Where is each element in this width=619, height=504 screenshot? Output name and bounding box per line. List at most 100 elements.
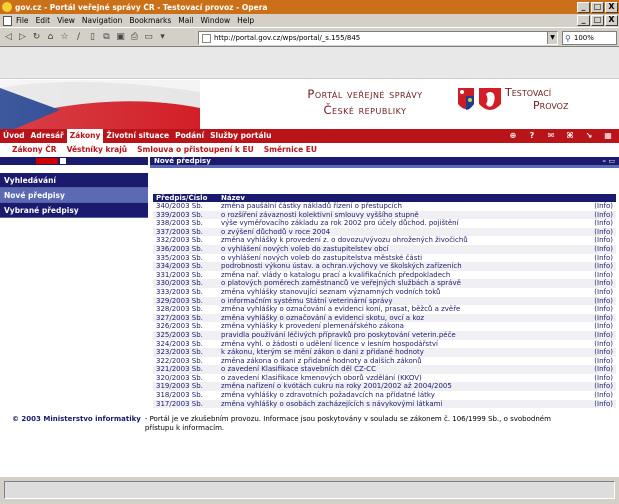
home-icon[interactable]: ⌂ bbox=[45, 31, 56, 43]
window-icon[interactable]: ▣ bbox=[115, 31, 126, 43]
regulation-name[interactable]: o rozšíření závaznosti kolektivní smlouv… bbox=[218, 210, 586, 220]
table-row[interactable]: 318/2003 Sb. změna vyhlášky o zdravotních… bbox=[153, 391, 616, 400]
table-row[interactable]: 322/2003 Sb. změna zákona o dani z přidan… bbox=[153, 357, 616, 366]
address-bar[interactable]: http://portal.gov.cz/wps/portal/_s.155/8… bbox=[198, 31, 558, 45]
grid-icon[interactable]: ▦ bbox=[603, 131, 613, 141]
info-link[interactable]: (Info) bbox=[586, 340, 616, 349]
table-row[interactable]: 340/2003 Sb. změna paušální částky náklad… bbox=[153, 202, 616, 211]
regulation-name[interactable]: změna vyhlášky o označování a evidenci k… bbox=[218, 305, 586, 314]
menu-view[interactable]: View bbox=[57, 16, 75, 25]
info-link[interactable]: (Info) bbox=[586, 262, 616, 271]
subnav-zakony-cr[interactable]: Zákony ČR bbox=[12, 145, 57, 154]
info-link[interactable]: (Info) bbox=[586, 296, 616, 306]
regulation-name[interactable]: výše vyměřovacího základu za rok 2002 pr… bbox=[218, 219, 586, 228]
print-icon[interactable]: ⎙ bbox=[129, 31, 140, 43]
table-row[interactable]: 328/2003 Sb. změna vyhlášky o označování … bbox=[153, 305, 616, 314]
regulation-name[interactable]: o zvýšení důchodů v roce 2004 bbox=[218, 227, 586, 237]
table-row[interactable]: 321/2003 Sb. o zavedení Klasifikace stave… bbox=[153, 365, 616, 374]
chevron-down-icon[interactable]: ▾ bbox=[157, 31, 168, 43]
regulation-name[interactable]: změna zákona o dani z přidané hodnoty a … bbox=[218, 357, 586, 366]
table-row[interactable]: 329/2003 Sb. o informačním systému Státní… bbox=[153, 296, 616, 306]
doc-minimize-button[interactable]: _ bbox=[577, 15, 590, 26]
menu-file[interactable]: File bbox=[16, 16, 29, 25]
info-link[interactable]: (Info) bbox=[586, 382, 616, 392]
info-link[interactable]: (Info) bbox=[586, 357, 616, 366]
regulation-name[interactable]: změna vyhl. o žádosti o udělení licence … bbox=[218, 340, 586, 349]
info-link[interactable]: (Info) bbox=[586, 348, 616, 357]
regulation-name[interactable]: změna vyhlášky stanovující seznam význam… bbox=[218, 288, 586, 297]
doc-restore-button[interactable]: □ bbox=[591, 15, 604, 26]
info-link[interactable]: (Info) bbox=[586, 279, 616, 288]
regulation-name[interactable]: změna vyhlášky o osobách zacházejících s… bbox=[218, 399, 586, 409]
regulation-name[interactable]: změna vyhlášky o označování a evidenci s… bbox=[218, 313, 586, 323]
regulation-name[interactable]: podrobnosti výkonu ústav. a ochran.výcho… bbox=[218, 262, 586, 271]
info-link[interactable]: (Info) bbox=[586, 313, 616, 323]
table-row[interactable]: 330/2003 Sb. o platových poměrech zaměstn… bbox=[153, 279, 616, 288]
table-row[interactable]: 333/2003 Sb. změna vyhlášky stanovující s… bbox=[153, 288, 616, 297]
nav-podani[interactable]: Podání bbox=[172, 129, 207, 143]
table-row[interactable]: 324/2003 Sb. změna vyhl. o žádosti o uděl… bbox=[153, 340, 616, 349]
mail-icon[interactable]: ✉ bbox=[546, 131, 556, 141]
link-icon[interactable]: ↘ bbox=[584, 131, 594, 141]
regulation-name[interactable]: změna vyhlášky o zdravotních požadavcích… bbox=[218, 391, 586, 400]
page-menu-icon[interactable]: ▭ bbox=[143, 31, 154, 43]
table-row[interactable]: 335/2003 Sb. o vyhlášení nových voleb do … bbox=[153, 254, 616, 263]
table-row[interactable]: 332/2003 Sb. změna vyhlášky k provedení z… bbox=[153, 236, 616, 245]
nav-zakony[interactable]: Zákony bbox=[66, 129, 104, 143]
footer-copyright[interactable]: © 2003 Ministerstvo informatiky bbox=[12, 415, 141, 433]
table-row[interactable]: 326/2003 Sb. změna vyhlášky k provedení p… bbox=[153, 322, 616, 331]
regulation-name[interactable]: o zavedení Klasifikace kmenových oborů v… bbox=[218, 374, 586, 383]
table-row[interactable]: 320/2003 Sb. o zavedení Klasifikace kmeno… bbox=[153, 374, 616, 383]
sidebar-item-vyhledavani[interactable]: Vyhledávání bbox=[0, 173, 148, 188]
info-link[interactable]: (Info) bbox=[586, 330, 616, 340]
table-row[interactable]: 337/2003 Sb. o zvýšení důchodů v roce 200… bbox=[153, 227, 616, 237]
regulation-name[interactable]: změna vyhlášky k provedení plemenářského… bbox=[218, 322, 586, 331]
regulation-name[interactable]: o vyhlášení nových voleb do zastupitelst… bbox=[218, 244, 586, 254]
portlet-controls[interactable]: – ▭ bbox=[602, 157, 615, 165]
new-page-icon[interactable]: ▯ bbox=[87, 31, 98, 43]
table-row[interactable]: 323/2003 Sb. k zákonu, kterým se mění zák… bbox=[153, 348, 616, 357]
menu-mail[interactable]: Mail bbox=[178, 16, 193, 25]
sidebar-item-vybrane-predpisy[interactable]: Vybrané předpisy bbox=[0, 203, 148, 218]
nav-zivotni-situace[interactable]: Životní situace bbox=[103, 129, 172, 143]
nav-adresar[interactable]: Adresář bbox=[28, 129, 67, 143]
menu-window[interactable]: Window bbox=[201, 16, 231, 25]
reload-icon[interactable]: ↻ bbox=[31, 31, 42, 43]
table-row[interactable]: 338/2003 Sb. výše vyměřovacího základu za… bbox=[153, 219, 616, 228]
regulation-name[interactable]: změna nařízení o kvótách cukru na roky 2… bbox=[218, 382, 586, 392]
regulation-name[interactable]: k zákonu, kterým se mění zákon o dani z … bbox=[218, 348, 586, 357]
edit-icon[interactable]: ∕ bbox=[73, 31, 84, 43]
info-link[interactable]: (Info) bbox=[586, 322, 616, 331]
info-link[interactable]: (Info) bbox=[586, 271, 616, 280]
address-input[interactable]: http://portal.gov.cz/wps/portal/_s.155/8… bbox=[214, 34, 547, 42]
regulation-name[interactable]: pravidla používání léčivých přípravků pr… bbox=[218, 330, 586, 340]
table-row[interactable]: 327/2003 Sb. změna vyhlášky o označování … bbox=[153, 313, 616, 323]
forward-icon[interactable]: ▷ bbox=[17, 31, 28, 43]
subnav-vestniky-kraju[interactable]: Věstníky krajů bbox=[67, 145, 128, 154]
info-link[interactable]: (Info) bbox=[586, 399, 616, 409]
help-icon[interactable]: ? bbox=[527, 131, 537, 141]
info-link[interactable]: (Info) bbox=[586, 227, 616, 237]
table-row[interactable]: 339/2003 Sb. o rozšíření závaznosti kolek… bbox=[153, 210, 616, 220]
table-row[interactable]: 331/2003 Sb. změna nař. vlády o katalogu … bbox=[153, 271, 616, 280]
copy-icon[interactable]: ⧉ bbox=[101, 31, 112, 43]
menu-help[interactable]: Help bbox=[237, 16, 254, 25]
info-link[interactable]: (Info) bbox=[586, 244, 616, 254]
sidebar-item-nove-predpisy[interactable]: Nové předpisy bbox=[0, 188, 148, 203]
back-icon[interactable]: ◁ bbox=[3, 31, 14, 43]
sitemap-icon[interactable]: ⌘ bbox=[565, 131, 575, 141]
table-row[interactable]: 334/2003 Sb. podrobnosti výkonu ústav. a … bbox=[153, 262, 616, 271]
info-link[interactable]: (Info) bbox=[586, 210, 616, 220]
nav-sluzby-portalu[interactable]: Služby portálu bbox=[207, 129, 274, 143]
table-row[interactable]: 317/2003 Sb. změna vyhlášky o osobách zac… bbox=[153, 399, 616, 409]
regulation-name[interactable]: o vyhlášení nových voleb do zastupitelst… bbox=[218, 254, 586, 263]
search-icon[interactable]: ⊕ bbox=[508, 131, 518, 141]
regulation-name[interactable]: změna nař. vlády o katalogu prací a kval… bbox=[218, 271, 586, 280]
zoom-field[interactable]: ⚲ 100% bbox=[562, 31, 617, 45]
info-link[interactable]: (Info) bbox=[586, 202, 616, 211]
bookmark-icon[interactable]: ☆ bbox=[59, 31, 70, 43]
close-button[interactable]: X bbox=[605, 1, 618, 13]
table-row[interactable]: 325/2003 Sb. pravidla používání léčivých … bbox=[153, 330, 616, 340]
info-link[interactable]: (Info) bbox=[586, 374, 616, 383]
info-link[interactable]: (Info) bbox=[586, 365, 616, 374]
